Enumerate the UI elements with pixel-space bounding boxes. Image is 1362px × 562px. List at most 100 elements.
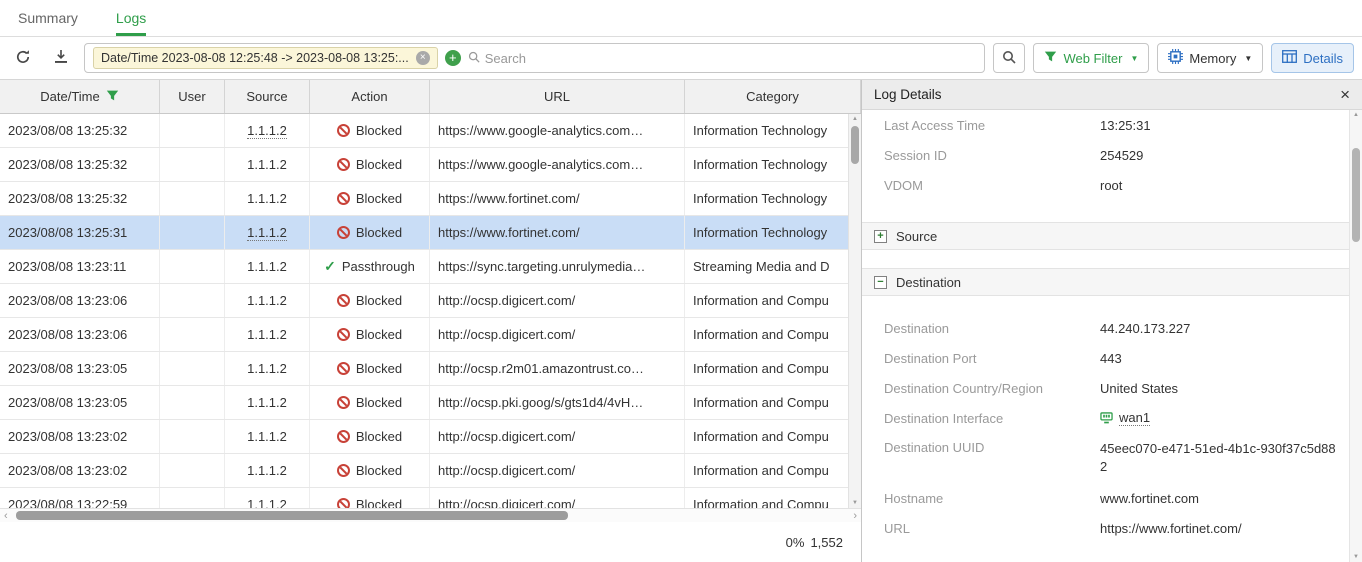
cell-url: http://ocsp.digicert.com/ <box>430 454 685 487</box>
column-header-action[interactable]: Action <box>310 80 430 113</box>
table-row[interactable]: 2023/08/08 13:23:021.1.1.2Blockedhttp://… <box>0 420 861 454</box>
download-icon <box>54 49 68 67</box>
table-row[interactable]: 2023/08/08 13:23:021.1.1.2Blockedhttp://… <box>0 454 861 488</box>
table-row[interactable]: 2023/08/08 13:23:051.1.1.2Blockedhttp://… <box>0 352 861 386</box>
horizontal-scrollbar[interactable]: ‹ › <box>0 508 861 522</box>
cell-action: ✓Passthrough <box>310 250 430 283</box>
section-label: Destination <box>896 275 961 290</box>
details-scrollbar[interactable]: ▲ ▼ <box>1349 110 1362 562</box>
blocked-icon <box>337 328 350 341</box>
refresh-button[interactable] <box>8 43 38 73</box>
progress-text: 0% <box>786 535 805 550</box>
tab-summary[interactable]: Summary <box>18 0 78 36</box>
details-scrollbar-thumb[interactable] <box>1352 148 1360 242</box>
details-general-rows: Last Access Time13:25:31Session ID254529… <box>862 110 1349 200</box>
scroll-right-icon[interactable]: › <box>853 510 857 522</box>
tab-logs[interactable]: Logs <box>116 0 146 36</box>
filter-search-bar[interactable]: Date/Time 2023-08-08 12:25:48 -> 2023-08… <box>84 43 985 73</box>
table-row[interactable]: 2023/08/08 13:25:321.1.1.2Blockedhttps:/… <box>0 148 861 182</box>
cell-category: Streaming Media and D <box>685 250 861 283</box>
horizontal-scrollbar-thumb[interactable] <box>16 511 568 520</box>
cell-source[interactable]: 1.1.1.2 <box>225 250 310 283</box>
details-button[interactable]: Details <box>1271 43 1354 73</box>
download-button[interactable] <box>46 43 76 73</box>
cell-datetime: 2023/08/08 13:23:02 <box>0 420 160 453</box>
search-input[interactable]: Search <box>468 51 526 66</box>
search-icon <box>468 51 480 66</box>
cell-user <box>160 284 225 317</box>
memory-dropdown[interactable]: Memory ▼ <box>1157 43 1263 73</box>
cell-user <box>160 420 225 453</box>
section-destination[interactable]: − Destination <box>862 268 1349 296</box>
expand-icon[interactable]: + <box>874 230 887 243</box>
detail-value[interactable]: wan1 <box>1100 410 1349 426</box>
vertical-scrollbar-thumb[interactable] <box>851 126 859 164</box>
table-row[interactable]: 2023/08/08 13:23:111.1.1.2✓Passthroughht… <box>0 250 861 284</box>
scroll-left-icon[interactable]: ‹ <box>4 510 8 522</box>
table-row[interactable]: 2023/08/08 13:25:321.1.1.2Blockedhttps:/… <box>0 114 861 148</box>
cell-datetime: 2023/08/08 13:23:11 <box>0 250 160 283</box>
detail-value: https://www.fortinet.com/ <box>1100 521 1349 536</box>
cell-url: http://ocsp.digicert.com/ <box>430 488 685 508</box>
cell-user <box>160 454 225 487</box>
search-button[interactable] <box>993 43 1025 73</box>
cell-source[interactable]: 1.1.1.2 <box>225 284 310 317</box>
scroll-down-icon[interactable]: ▼ <box>1350 554 1362 560</box>
detail-value: 443 <box>1100 351 1349 366</box>
detail-label: Session ID <box>884 148 1100 163</box>
cell-source[interactable]: 1.1.1.2 <box>225 420 310 453</box>
detail-label: Hostname <box>884 491 1100 506</box>
cell-datetime: 2023/08/08 13:22:59 <box>0 488 160 508</box>
cell-datetime: 2023/08/08 13:23:05 <box>0 352 160 385</box>
cell-source[interactable]: 1.1.1.2 <box>225 114 310 147</box>
filter-pill[interactable]: Date/Time 2023-08-08 12:25:48 -> 2023-08… <box>93 47 438 69</box>
cell-source[interactable]: 1.1.1.2 <box>225 352 310 385</box>
cell-category: Information and Compu <box>685 420 861 453</box>
table-row[interactable]: 2023/08/08 13:23:061.1.1.2Blockedhttp://… <box>0 318 861 352</box>
details-header: Log Details × <box>862 80 1362 110</box>
table-row[interactable]: 2023/08/08 13:25:311.1.1.2Blockedhttps:/… <box>0 216 861 250</box>
scroll-up-icon[interactable]: ▲ <box>1350 112 1362 118</box>
collapse-icon[interactable]: − <box>874 276 887 289</box>
table-row[interactable]: 2023/08/08 13:23:061.1.1.2Blockedhttp://… <box>0 284 861 318</box>
remove-filter-icon[interactable]: × <box>416 51 430 65</box>
cell-url: https://www.google-analytics.com… <box>430 148 685 181</box>
table-row[interactable]: 2023/08/08 13:22:591.1.1.2Blockedhttp://… <box>0 488 861 508</box>
scroll-down-icon[interactable]: ▼ <box>849 500 861 506</box>
table-row[interactable]: 2023/08/08 13:23:051.1.1.2Blockedhttp://… <box>0 386 861 420</box>
cell-source[interactable]: 1.1.1.2 <box>225 182 310 215</box>
column-header-source[interactable]: Source <box>225 80 310 113</box>
vertical-scrollbar[interactable]: ▲ ▼ <box>848 114 861 508</box>
close-icon[interactable]: × <box>1340 87 1350 103</box>
web-filter-dropdown[interactable]: Web Filter ▼ <box>1033 43 1149 73</box>
search-icon <box>1002 50 1016 67</box>
cell-category: Information Technology <box>685 216 861 249</box>
section-source[interactable]: + Source <box>862 222 1349 250</box>
main-area: Date/Time User Source Action URL Categor… <box>0 80 1362 562</box>
blocked-icon <box>337 362 350 375</box>
column-header-url[interactable]: URL <box>430 80 685 113</box>
filter-funnel-icon[interactable] <box>106 89 119 105</box>
cell-user <box>160 182 225 215</box>
cell-source[interactable]: 1.1.1.2 <box>225 148 310 181</box>
cell-source[interactable]: 1.1.1.2 <box>225 454 310 487</box>
add-filter-icon[interactable]: + <box>445 50 461 66</box>
tab-bar: Summary Logs <box>0 0 1362 37</box>
cell-datetime: 2023/08/08 13:25:32 <box>0 114 160 147</box>
cell-source[interactable]: 1.1.1.2 <box>225 488 310 508</box>
cell-source[interactable]: 1.1.1.2 <box>225 386 310 419</box>
column-header-user[interactable]: User <box>160 80 225 113</box>
cell-source[interactable]: 1.1.1.2 <box>225 318 310 351</box>
column-header-category[interactable]: Category <box>685 80 861 113</box>
interface-icon <box>1100 412 1113 424</box>
cell-datetime: 2023/08/08 13:23:06 <box>0 318 160 351</box>
table-row[interactable]: 2023/08/08 13:25:321.1.1.2Blockedhttps:/… <box>0 182 861 216</box>
column-header-datetime[interactable]: Date/Time <box>0 80 160 113</box>
scroll-up-icon[interactable]: ▲ <box>849 116 861 122</box>
log-table: Date/Time User Source Action URL Categor… <box>0 80 862 562</box>
cell-category: Information Technology <box>685 182 861 215</box>
table-columns-icon <box>1282 50 1297 66</box>
log-table-body: 2023/08/08 13:25:321.1.1.2Blockedhttps:/… <box>0 114 861 508</box>
detail-row: Destination44.240.173.227 <box>862 313 1349 343</box>
cell-source[interactable]: 1.1.1.2 <box>225 216 310 249</box>
